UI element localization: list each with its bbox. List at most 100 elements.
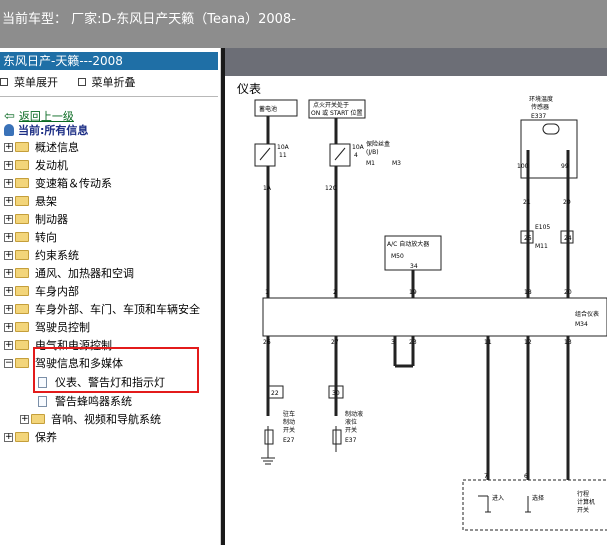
svg-text:ON 或 START 位置: ON 或 START 位置 xyxy=(311,109,362,117)
collapse-minus-icon[interactable]: − xyxy=(4,358,13,368)
svg-text:进入: 进入 xyxy=(492,494,504,502)
svg-text:E27: E27 xyxy=(283,437,295,444)
wiring-diagram-svg: 蓄电池 点火开关处于 ON 或 START 位置 保险丝盒 (J/B) 10A … xyxy=(254,95,607,531)
tree-item[interactable]: + 悬架 xyxy=(4,193,57,209)
tree-item[interactable]: + 车身外部、车门、车顶和车辆安全 xyxy=(4,301,200,317)
svg-text:制动: 制动 xyxy=(283,418,295,426)
svg-text:M1: M1 xyxy=(366,160,375,167)
tree-item[interactable]: + 变速箱＆传动系 xyxy=(4,175,112,191)
current-label: 当前:所有信息 xyxy=(18,124,89,137)
vehicle-title: 当前车型： 厂家:D-东风日产天籁（Teana）2008- xyxy=(2,12,296,27)
folder-icon xyxy=(15,214,29,224)
svg-text:99: 99 xyxy=(561,163,569,170)
svg-text:开关: 开关 xyxy=(283,426,295,434)
svg-text:23: 23 xyxy=(409,339,417,346)
svg-text:2: 2 xyxy=(333,289,337,296)
svg-text:11: 11 xyxy=(484,339,492,346)
expand-plus-icon[interactable]: + xyxy=(4,232,13,242)
svg-text:30: 30 xyxy=(332,390,340,397)
expand-plus-icon[interactable]: + xyxy=(4,196,13,206)
expand-plus-icon[interactable]: + xyxy=(4,250,13,260)
expand-plus-icon[interactable]: + xyxy=(4,160,13,170)
svg-text:蓄电池: 蓄电池 xyxy=(259,105,277,113)
svg-text:E337: E337 xyxy=(531,113,546,120)
tree-item[interactable]: + 驾驶员控制 xyxy=(4,319,90,335)
svg-text:E105: E105 xyxy=(535,224,550,231)
folder-icon xyxy=(15,250,29,260)
expand-plus-icon[interactable]: + xyxy=(4,178,13,188)
tree-item[interactable]: + 音响、视频和导航系统 xyxy=(20,411,161,427)
svg-text:保险丝盒: 保险丝盒 xyxy=(366,140,390,148)
content-pane: 仪表 蓄电池 点火开关处于 ON 或 START 位置 保险丝盒 (J/B) 1… xyxy=(225,48,607,545)
expand-plus-icon[interactable]: + xyxy=(4,268,13,278)
tree-leaf[interactable]: 警告蜂鸣器系统 xyxy=(38,393,132,409)
combo-meter-box xyxy=(262,297,607,337)
svg-text:M3: M3 xyxy=(392,160,401,167)
svg-text:10A: 10A xyxy=(352,144,365,151)
tree-item[interactable]: + 制动器 xyxy=(4,211,68,227)
svg-text:驻车: 驻车 xyxy=(283,410,295,418)
expand-plus-icon[interactable]: + xyxy=(4,304,13,314)
expand-plus-icon[interactable]: + xyxy=(20,414,29,424)
separator xyxy=(0,96,218,97)
svg-text:27: 27 xyxy=(331,339,339,346)
svg-text:100: 100 xyxy=(517,163,529,170)
current-node: 当前:所有信息 xyxy=(4,122,88,138)
sidebar: 东风日产-天籁---2008 菜单展开 菜单折叠 ⇦ 返回上一级 当前:所有信息… xyxy=(0,48,221,545)
svg-text:制动液: 制动液 xyxy=(345,410,363,418)
collapse-icon xyxy=(77,78,86,86)
svg-text:A/C 自动放大器: A/C 自动放大器 xyxy=(387,240,429,248)
folder-icon xyxy=(15,286,29,296)
folder-icon xyxy=(15,196,29,206)
svg-text:4: 4 xyxy=(354,152,358,159)
folder-icon xyxy=(15,304,29,314)
tree-item[interactable]: + 发动机 xyxy=(4,157,68,173)
expand-plus-icon[interactable]: + xyxy=(4,322,13,332)
fuse-2 xyxy=(329,143,351,167)
tree-item[interactable]: + 转向 xyxy=(4,229,57,245)
wiring-diagram: 仪表 蓄电池 点火开关处于 ON 或 START 位置 保险丝盒 (J/B) 1… xyxy=(225,76,607,545)
svg-text:传感器: 传感器 xyxy=(531,103,549,111)
document-icon xyxy=(38,395,47,407)
folder-icon xyxy=(15,142,29,152)
svg-text:3: 3 xyxy=(391,339,395,346)
fuse-1 xyxy=(254,143,276,167)
svg-text:开关: 开关 xyxy=(345,426,357,434)
svg-text:34: 34 xyxy=(410,263,418,270)
folder-icon xyxy=(15,178,29,188)
svg-text:M34: M34 xyxy=(575,321,588,328)
menu-collapse-button[interactable]: 菜单折叠 xyxy=(77,74,136,90)
svg-text:19: 19 xyxy=(409,289,417,296)
highlight-box xyxy=(33,347,199,393)
expand-plus-icon[interactable]: + xyxy=(4,432,13,442)
expand-plus-icon[interactable]: + xyxy=(4,340,13,350)
tree-item[interactable]: + 保养 xyxy=(4,429,57,445)
menu-expand-button[interactable]: 菜单展开 xyxy=(0,74,58,90)
svg-text:12: 12 xyxy=(524,339,532,346)
expand-plus-icon[interactable]: + xyxy=(4,286,13,296)
svg-text:25: 25 xyxy=(524,235,532,242)
svg-text:12C: 12C xyxy=(325,185,337,192)
expand-plus-icon[interactable]: + xyxy=(4,142,13,152)
tree-item[interactable]: + 概述信息 xyxy=(4,139,79,155)
tree-item[interactable]: + 车身内部 xyxy=(4,283,79,299)
svg-text:11: 11 xyxy=(279,152,287,159)
svg-text:M50: M50 xyxy=(391,253,404,260)
svg-text:选择: 选择 xyxy=(532,494,544,502)
svg-text:20: 20 xyxy=(564,289,572,296)
expand-plus-icon[interactable]: + xyxy=(4,214,13,224)
folder-icon xyxy=(15,432,29,442)
folder-icon xyxy=(15,232,29,242)
svg-text:26: 26 xyxy=(263,339,271,346)
user-icon xyxy=(4,124,14,136)
tree-item[interactable]: + 通风、加热器和空调 xyxy=(4,265,134,281)
svg-text:6: 6 xyxy=(524,473,528,480)
svg-text:M11: M11 xyxy=(535,243,548,250)
folder-open-icon xyxy=(15,358,29,368)
svg-text:20: 20 xyxy=(563,199,571,206)
svg-text:13: 13 xyxy=(564,339,572,346)
tree-item[interactable]: + 约束系统 xyxy=(4,247,79,263)
menu-bar: 菜单展开 菜单折叠 xyxy=(0,74,152,90)
svg-text:18: 18 xyxy=(524,289,532,296)
expand-icon xyxy=(0,78,8,86)
